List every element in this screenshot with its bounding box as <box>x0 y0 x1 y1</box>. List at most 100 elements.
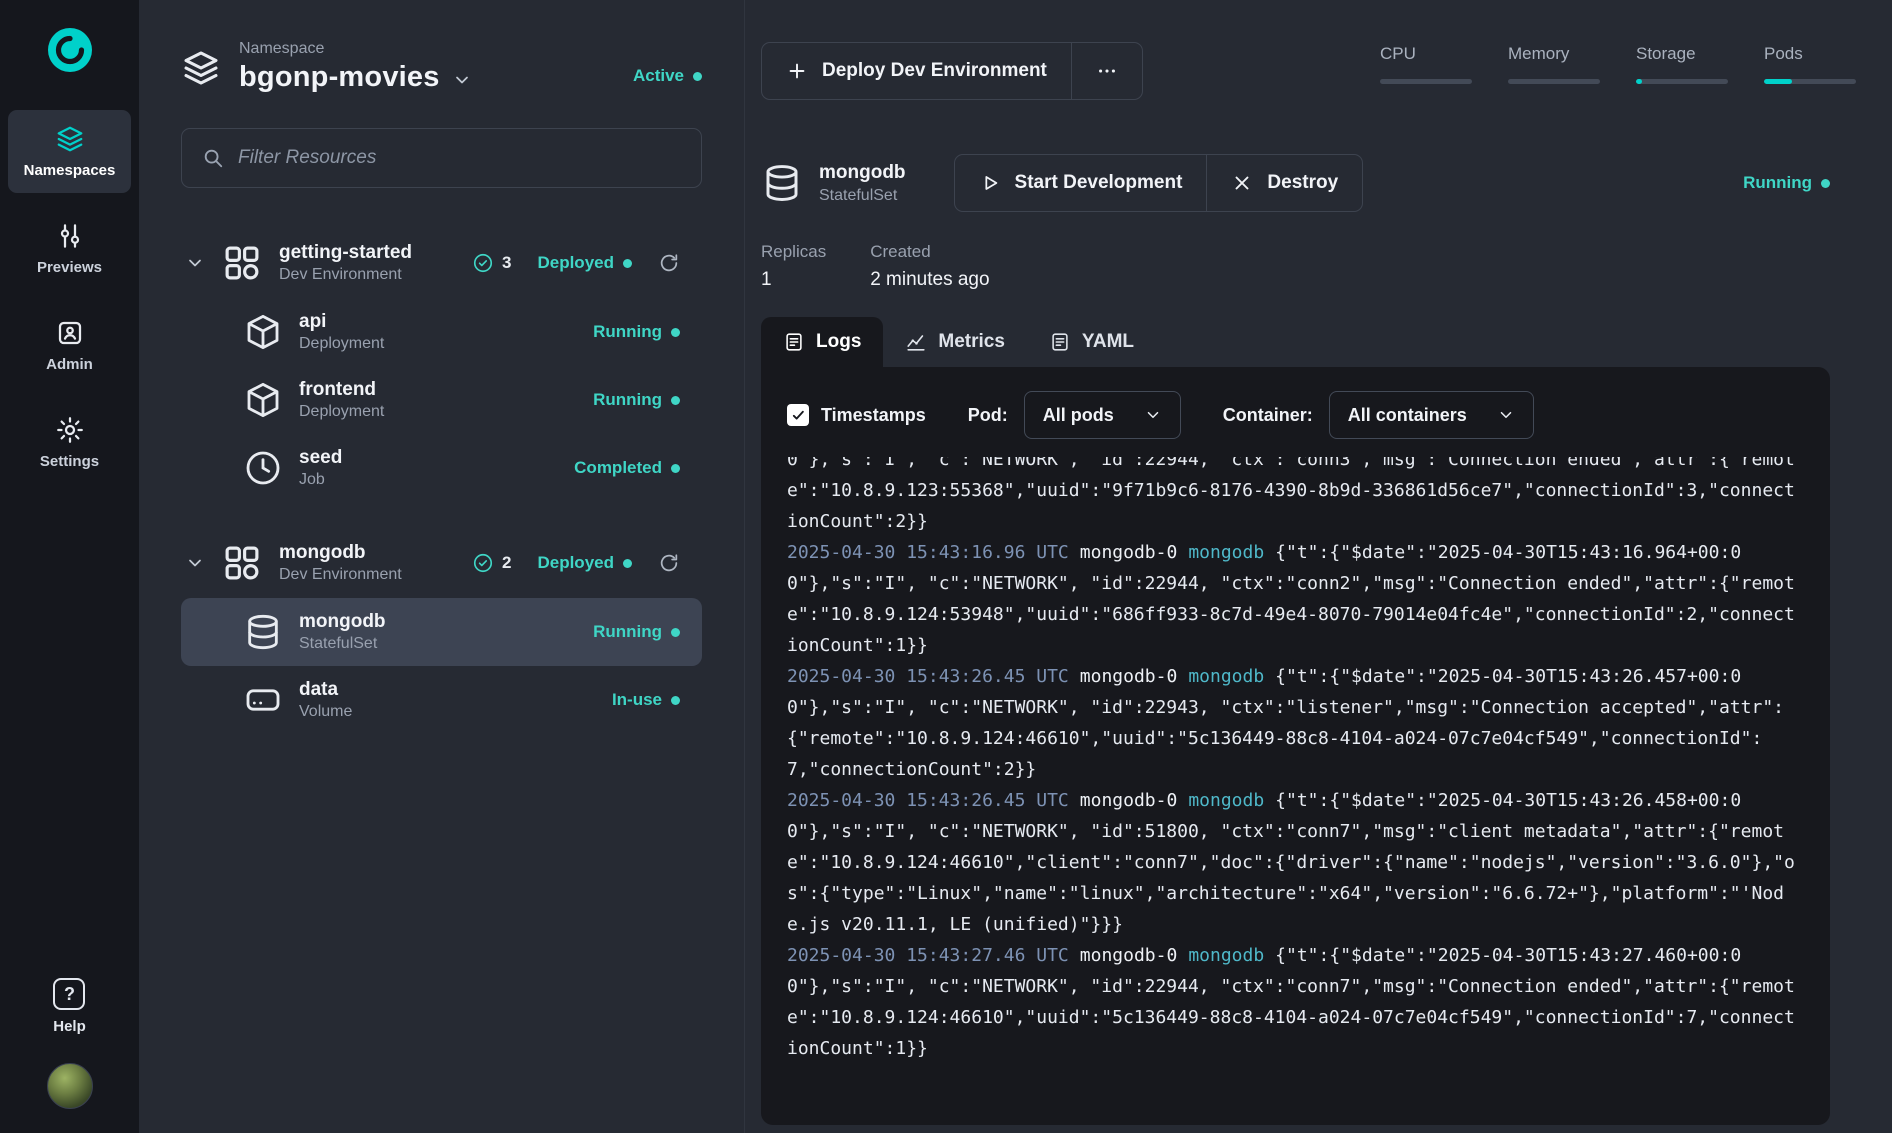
sidebar-item-previews[interactable]: Previews <box>8 207 131 290</box>
status-dot <box>623 259 632 268</box>
pod-select[interactable]: All pods <box>1024 391 1181 439</box>
status-label: Completed <box>574 458 662 478</box>
more-options-button[interactable] <box>1072 43 1142 99</box>
yaml-document-icon <box>1049 331 1071 353</box>
log-panel: Timestamps Pod: All pods Container: All … <box>761 367 1830 1125</box>
log-pod: mongodb-0 <box>1080 945 1178 966</box>
start-development-label: Start Development <box>1015 172 1183 194</box>
resource-kind: Deployment <box>299 335 384 353</box>
deploy-button-group: Deploy Dev Environment <box>761 42 1143 100</box>
log-entry: 2025-04-30 15:43:27.46 UTCmongodb-0mongo… <box>787 940 1804 1064</box>
layers-icon <box>55 124 85 154</box>
group-row-mongodb[interactable]: mongodb Dev Environment 2 Deployed <box>181 528 702 598</box>
status-badge: Deployed <box>537 553 632 573</box>
chevron-down-icon[interactable] <box>185 253 205 273</box>
status-badge: In-use <box>612 690 680 710</box>
pod-select-value: All pods <box>1043 405 1114 426</box>
metric-label: Pods <box>1764 44 1856 64</box>
log-pod: mongodb-0 <box>1080 666 1178 687</box>
sidebar-nav: Namespaces Previews Admin Settings <box>8 110 131 484</box>
chevron-down-icon[interactable] <box>185 553 205 573</box>
meta-label: Replicas <box>761 242 826 262</box>
pod-label: Pod: <box>968 405 1008 426</box>
tab-metrics[interactable]: Metrics <box>883 317 1027 367</box>
chevron-down-icon <box>1144 406 1162 424</box>
namespace-kicker: Namespace <box>239 40 472 58</box>
resource-row-data-volume[interactable]: data Volume In-use <box>181 666 702 734</box>
namespace-layers-icon <box>181 48 221 88</box>
metric-memory: Memory <box>1508 44 1600 84</box>
resource-row-seed[interactable]: seed Job Completed <box>181 434 702 502</box>
sidebar-item-label: Settings <box>40 453 99 470</box>
user-avatar[interactable] <box>47 1063 93 1109</box>
log-output[interactable]: 0"},"s":"I", "c":"NETWORK", "id":22944, … <box>787 457 1804 1099</box>
log-entry: 2025-04-30 15:43:26.45 UTCmongodb-0mongo… <box>787 661 1804 785</box>
status-dot <box>671 396 680 405</box>
detail-header: mongodb StatefulSet Start Development De… <box>761 154 1830 212</box>
resource-name: mongodb <box>279 542 402 564</box>
resource-row-api[interactable]: api Deployment Running <box>181 298 702 366</box>
deploy-button-label: Deploy Dev Environment <box>822 60 1047 82</box>
tab-yaml[interactable]: YAML <box>1027 317 1156 367</box>
log-timestamp: 2025-04-30 15:43:26.45 UTC <box>787 790 1069 811</box>
meta-value: 1 <box>761 269 826 291</box>
detail-identity: mongodb StatefulSet <box>761 162 906 205</box>
destroy-button[interactable]: Destroy <box>1207 155 1362 211</box>
help-label: Help <box>53 1018 86 1035</box>
container-select[interactable]: All containers <box>1329 391 1534 439</box>
metrics-chart-icon <box>905 331 927 353</box>
detail-meta: Replicas 1 Created 2 minutes ago <box>761 242 1830 291</box>
start-development-button[interactable]: Start Development <box>955 155 1207 211</box>
log-entry: 0"},"s":"I", "c":"NETWORK", "id":22944, … <box>787 457 1804 537</box>
resource-row-frontend[interactable]: frontend Deployment Running <box>181 366 702 434</box>
sidebar-item-settings[interactable]: Settings <box>8 401 131 484</box>
resource-kind: Dev Environment <box>279 266 412 284</box>
sidebar-item-admin[interactable]: Admin <box>8 304 131 387</box>
statefulset-database-icon <box>243 612 283 652</box>
detail-kind: StatefulSet <box>819 187 906 205</box>
namespace-title-block: Namespace bgonp-movies <box>239 40 472 94</box>
namespace-chevron-down-icon[interactable] <box>452 70 472 90</box>
log-timestamp: 2025-04-30 15:43:27.46 UTC <box>787 945 1069 966</box>
resource-name: frontend <box>299 379 384 401</box>
sidebar-item-help[interactable]: ? Help <box>53 978 86 1035</box>
status-badge: Running <box>593 390 680 410</box>
status-label: Running <box>593 390 662 410</box>
redeploy-icon[interactable] <box>658 252 680 274</box>
tab-logs[interactable]: Logs <box>761 317 883 367</box>
timestamps-checkbox[interactable] <box>787 404 809 426</box>
status-dot <box>671 328 680 337</box>
group-row-getting-started[interactable]: getting-started Dev Environment 3 Deploy… <box>181 228 702 298</box>
meta-created: Created 2 minutes ago <box>870 242 989 291</box>
namespace-title: bgonp-movies <box>239 61 440 94</box>
resource-kind: Deployment <box>299 403 384 421</box>
statefulset-database-icon <box>761 162 803 204</box>
deploy-dev-environment-button[interactable]: Deploy Dev Environment <box>762 43 1071 99</box>
deployment-cube-icon <box>243 312 283 352</box>
redeploy-icon[interactable] <box>658 552 680 574</box>
detail-actions: Start Development Destroy <box>954 154 1364 212</box>
resource-row-mongodb-statefulset[interactable]: mongodb StatefulSet Running <box>181 598 702 666</box>
meta-value: 2 minutes ago <box>870 269 989 291</box>
play-icon <box>979 172 1001 194</box>
resource-name: api <box>299 311 384 333</box>
search-icon <box>202 147 224 169</box>
okteto-logo[interactable] <box>46 26 94 74</box>
resource-count-badge: 3 <box>472 252 511 274</box>
filter-resources-input[interactable] <box>238 147 681 169</box>
container-select-value: All containers <box>1348 405 1467 426</box>
gear-icon <box>55 415 85 445</box>
status-dot <box>623 559 632 568</box>
dev-environment-icon <box>221 542 263 584</box>
detail-name: mongodb <box>819 162 906 184</box>
chevron-down-icon <box>1497 406 1515 424</box>
sidebar-item-namespaces[interactable]: Namespaces <box>8 110 131 193</box>
namespace-status-badge: Active <box>633 66 702 86</box>
logs-document-icon <box>783 331 805 353</box>
resource-count-badge: 2 <box>472 552 511 574</box>
deployment-cube-icon <box>243 380 283 420</box>
log-container: mongodb <box>1188 790 1264 811</box>
sliders-icon <box>55 221 85 251</box>
log-container: mongodb <box>1188 542 1264 563</box>
namespace-status-label: Active <box>633 66 684 86</box>
